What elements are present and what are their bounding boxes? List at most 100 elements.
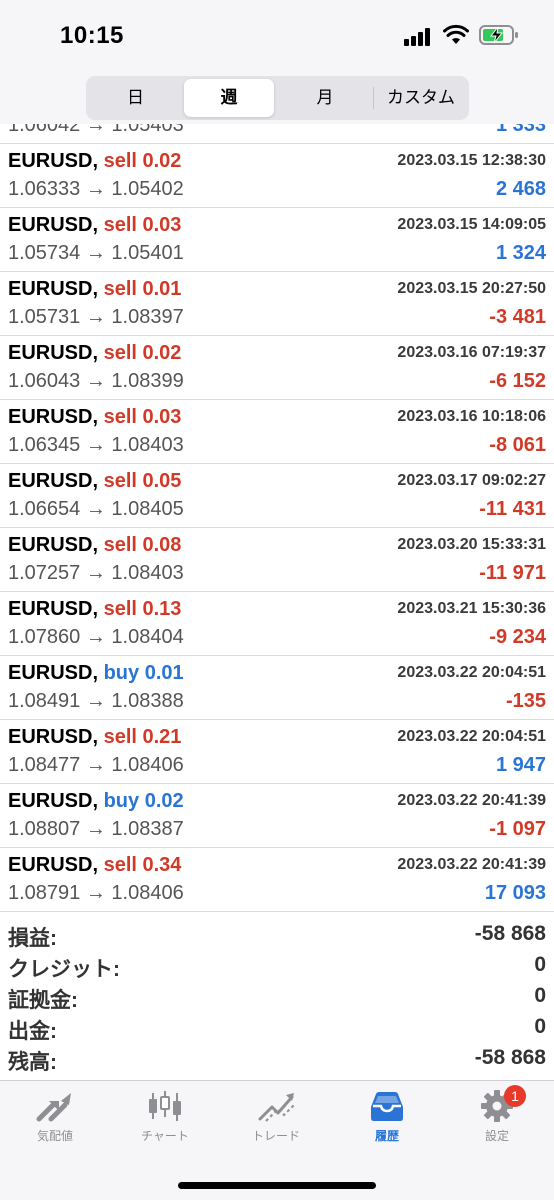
status-time: 10:15 [60,22,124,49]
tab-chart[interactable]: チャート [110,1089,220,1153]
deal-side: sell 0.01 [104,278,182,300]
list-item[interactable]: EURUSD, sell 0.34 2023.03.22 20:41:39 1.08… [0,848,554,912]
deal-prices: 1.05731 → 1.08397 [8,306,184,328]
deal-symbol: EURUSD, [8,470,99,492]
deal-date: 2023.03.17 09:02:27 [397,472,546,489]
tab-month[interactable]: 月 [278,79,372,117]
list-item[interactable]: EURUSD, sell 0.21 2023.03.22 20:04:51 1.08… [0,720,554,784]
tab-history[interactable]: 履歴 [332,1089,442,1153]
list-item[interactable]: EURUSD, sell 0.02 2023.03.15 12:38:30 1.06… [0,144,554,208]
summary-label: 証拠金: [8,989,78,1012]
deal-profit: -6 152 [489,370,546,392]
deal-title: EURUSD, sell 0.02 [8,342,181,365]
deal-prices: 1.08791 → 1.08406 [8,882,184,904]
deal-side: sell 0.05 [104,470,182,492]
deal-side-label: sell [103,342,137,364]
trade-line-icon [258,1093,295,1122]
candlestick-chart-icon [149,1091,181,1121]
list-item[interactable]: EURUSD, sell 0.01 2023.03.15 20:27:50 1.05… [0,272,554,336]
deal-date: 2023.03.16 10:18:06 [397,408,546,425]
deal-prices: 1.08491 → 1.08388 [8,690,184,712]
deal-side-label: sell [103,854,137,876]
deal-title: EURUSD, buy 0.02 [8,790,184,813]
deal-date: 2023.03.22 20:41:39 [397,792,546,809]
deal-volume: 0.02 [142,150,182,172]
deal-side: sell 0.21 [104,726,182,748]
tab-custom[interactable]: カスタム [376,79,466,117]
deal-history-list: 1.06042 → 1.05403 1 333 EURUSD, sell 0.0… [0,80,554,912]
quotes-arrows-icon [36,1093,71,1122]
summary-credit-row: クレジット: 0 [0,951,554,982]
deal-symbol: EURUSD, [8,342,99,364]
deal-date: 2023.03.16 07:19:37 [397,344,546,361]
home-indicator [178,1182,376,1189]
deal-prices: 1.06333 → 1.05402 [8,178,184,200]
header: 10:15 日 週 月 カスタム [0,0,554,124]
summary-value: 0 [534,1015,546,1038]
summary-label: 残高: [8,1051,57,1074]
list-item[interactable]: EURUSD, sell 0.03 2023.03.15 14:09:05 1.05… [0,208,554,272]
deal-profit: -3 481 [489,306,546,328]
list-item[interactable]: EURUSD, buy 0.02 2023.03.22 20:41:39 1.088… [0,784,554,848]
deal-profit: 17 093 [484,882,546,904]
summary-value: 0 [534,953,546,976]
deal-side-label: sell [103,534,137,556]
list-item[interactable]: EURUSD, sell 0.05 2023.03.17 09:02:27 1.06… [0,464,554,528]
summary-label: クレジット: [8,958,120,981]
deal-prices: 1.08807 → 1.08387 [8,818,184,840]
deal-side: buy 0.02 [104,790,184,812]
deal-title: EURUSD, sell 0.01 [8,278,181,301]
deal-date: 2023.03.15 20:27:50 [397,280,546,297]
deal-title: EURUSD, sell 0.03 [8,214,181,237]
tab-label: 履歴 [374,1129,399,1143]
deal-symbol: EURUSD, [8,790,99,812]
deal-title: EURUSD, sell 0.34 [8,854,181,877]
deal-symbol: EURUSD, [8,598,99,620]
battery-charging-icon [479,25,518,45]
deal-prices: 1.06043 → 1.08399 [8,370,184,392]
tab-settings[interactable]: 1 設定 [442,1085,552,1153]
deal-symbol: EURUSD, [8,534,99,556]
deal-symbol: EURUSD, [8,406,99,428]
list-item[interactable]: EURUSD, buy 0.01 2023.03.22 20:04:51 1.084… [0,656,554,720]
deal-side-label: sell [103,406,137,428]
segment-divider [373,87,374,109]
deal-side-label: sell [103,598,137,620]
deal-title: EURUSD, sell 0.21 [8,726,181,749]
tab-label: チャート [141,1129,189,1143]
deal-profit: -135 [505,690,546,712]
deal-prices: 1.08477 → 1.08406 [8,754,184,776]
deal-volume: 0.01 [144,662,184,684]
list-item[interactable]: EURUSD, sell 0.03 2023.03.16 10:18:06 1.06… [0,400,554,464]
deal-volume: 0.02 [142,342,182,364]
summary-panel: 損益: -58 868 クレジット: 0 証拠金: 0 出金: 0 残高: -5… [0,920,554,1075]
deal-volume: 0.03 [142,406,182,428]
deal-side-label: sell [103,470,137,492]
deal-profit: -11 971 [479,562,546,584]
deal-side: sell 0.08 [104,534,182,556]
tab-trade[interactable]: トレード [221,1089,331,1153]
history-tray-icon [371,1092,403,1121]
tab-quotes[interactable]: 気配値 [0,1089,110,1153]
summary-label: 損益: [8,927,57,950]
deal-prices: 1.05734 → 1.05401 [8,242,184,264]
cellular-signal-icon [404,28,436,46]
deal-volume: 0.03 [142,214,182,236]
deal-symbol: EURUSD, [8,150,99,172]
deal-date: 2023.03.22 20:04:51 [397,664,546,681]
tab-day[interactable]: 日 [89,79,182,117]
list-item[interactable]: EURUSD, sell 0.13 2023.03.21 15:30:36 1.07… [0,592,554,656]
tab-week[interactable]: 週 [184,79,274,117]
deal-side-label: buy [103,790,140,812]
deal-side: sell 0.03 [104,214,182,236]
deal-title: EURUSD, buy 0.01 [8,662,184,685]
summary-value: 0 [534,984,546,1007]
deal-profit: 1 947 [495,754,546,776]
deal-profit: -1 097 [489,818,546,840]
deal-title: EURUSD, sell 0.03 [8,406,181,429]
list-item[interactable]: EURUSD, sell 0.08 2023.03.20 15:33:31 1.07… [0,528,554,592]
deal-volume: 0.01 [142,278,182,300]
list-item[interactable]: EURUSD, sell 0.02 2023.03.16 07:19:37 1.06… [0,336,554,400]
deal-title: EURUSD, sell 0.13 [8,598,181,621]
summary-margin-row: 証拠金: 0 [0,982,554,1013]
